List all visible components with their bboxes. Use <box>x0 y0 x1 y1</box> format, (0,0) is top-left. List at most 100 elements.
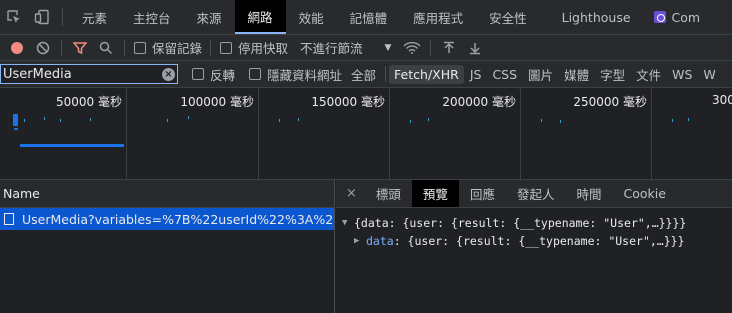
disable-cache-label: 停用快取 <box>238 41 289 56</box>
timeline-request-bar <box>14 128 18 130</box>
tab-initiator[interactable]: 發起人 <box>506 180 566 207</box>
timeline-tick <box>389 88 390 180</box>
tab-extension[interactable]: Com <box>644 0 714 34</box>
json-data-summary: : {user: {result: {__typename: "User",…}… <box>393 234 685 248</box>
tab-response[interactable]: 回應 <box>459 180 506 207</box>
timeline-tick <box>258 88 259 180</box>
tab-headers[interactable]: 標頭 <box>365 180 412 207</box>
timeline-tick <box>651 88 652 180</box>
tab-console[interactable]: 主控台 <box>120 0 184 34</box>
timeline-tick-label: 150000 毫秒 <box>311 95 385 109</box>
json-root-summary: {data: {user: {result: {__typename: "Use… <box>354 216 687 230</box>
tab-sources[interactable]: 來源 <box>184 0 235 34</box>
filter-type-font[interactable]: 字型 <box>595 63 630 86</box>
timeline-tick-label: 100000 毫秒 <box>180 95 254 109</box>
filter-type-wasm[interactable]: W <box>698 65 720 84</box>
timeline-dot <box>167 119 168 122</box>
filter-bar: UserMedia × 反轉 隱藏資料網址 全部 Fetch/XHR JS CS… <box>0 61 732 88</box>
timeline-dot <box>672 119 673 122</box>
json-data-node[interactable]: ▶ data : {user: {result: {__typename: "U… <box>342 232 732 250</box>
import-har-icon[interactable] <box>436 35 462 61</box>
timeline-request-bar <box>20 144 124 147</box>
document-icon <box>4 213 14 225</box>
throttling-select[interactable]: 不進行節流 <box>300 38 363 57</box>
clear-button[interactable] <box>30 35 56 61</box>
divider <box>124 39 125 56</box>
filter-icon[interactable] <box>67 35 93 61</box>
filter-type-doc[interactable]: 文件 <box>631 63 666 86</box>
json-key: data <box>366 234 394 248</box>
json-preview: ▼ {data: {user: {result: {__typename: "U… <box>336 208 732 250</box>
filter-type-all[interactable]: 全部 <box>346 63 381 86</box>
timeline-dot <box>279 119 280 122</box>
divider <box>61 39 62 56</box>
divider <box>430 39 432 56</box>
filter-type-ws[interactable]: WS <box>667 65 697 84</box>
timeline-dot <box>60 119 61 122</box>
detail-tabs: × 標頭 預覽 回應 發起人 時間 Cookie <box>336 180 732 208</box>
hide-data-urls-label: 隱藏資料網址 <box>267 67 343 83</box>
timeline-tick-label: 50000 毫秒 <box>56 95 122 109</box>
timeline-tick-label: 250000 毫秒 <box>573 95 647 109</box>
tab-cookies[interactable]: Cookie <box>612 180 676 207</box>
preserve-log-label: 保留記錄 <box>152 41 203 56</box>
clear-filter-icon[interactable]: × <box>162 68 175 81</box>
expand-triangle-icon[interactable]: ▶ <box>354 236 366 246</box>
filter-type-media[interactable]: 媒體 <box>559 63 594 86</box>
close-detail-button[interactable]: × <box>336 180 365 207</box>
tab-timing[interactable]: 時間 <box>565 180 612 207</box>
chevron-down-icon[interactable]: ▼ <box>385 43 392 53</box>
timeline-dot <box>560 120 561 123</box>
timeline-dot <box>410 120 411 123</box>
invert-checkbox[interactable] <box>192 68 204 80</box>
request-name: UserMedia?variables=%7B%22userId%22%3A%2… <box>22 211 334 227</box>
tab-security[interactable]: 安全性 <box>476 0 540 34</box>
filter-type-fetch-xhr[interactable]: Fetch/XHR <box>389 64 464 84</box>
collapse-triangle-icon[interactable]: ▼ <box>342 218 354 228</box>
tab-preview[interactable]: 預覽 <box>411 180 459 207</box>
filter-input-value: UserMedia <box>3 66 72 82</box>
tab-network[interactable]: 網路 <box>234 0 286 34</box>
tab-performance[interactable]: 效能 <box>286 0 337 34</box>
invert-label: 反轉 <box>210 67 236 83</box>
hide-data-urls-checkbox[interactable] <box>249 68 262 80</box>
filter-type-js[interactable]: JS <box>465 65 487 84</box>
device-toolbar-icon[interactable] <box>28 0 56 34</box>
json-root-node[interactable]: ▼ {data: {user: {result: {__typename: "U… <box>342 214 732 232</box>
divider <box>62 8 63 26</box>
tab-memory[interactable]: 記憶體 <box>337 0 401 34</box>
extension-icon <box>653 11 666 23</box>
preserve-log-checkbox[interactable] <box>134 41 146 54</box>
timeline-tick-label: 200000 毫秒 <box>442 95 516 109</box>
timeline-dot <box>90 118 91 121</box>
timeline-tick-label: 300 <box>712 93 732 107</box>
filter-type-css[interactable]: CSS <box>487 65 522 84</box>
timeline-request-bar <box>13 114 18 126</box>
timeline-dot <box>44 117 45 120</box>
timeline-dot <box>24 119 25 122</box>
request-list-panel: Name UserMedia?variables=%7B%22userId%22… <box>0 180 335 313</box>
export-har-icon[interactable] <box>462 35 488 61</box>
timeline-dot <box>428 118 429 121</box>
timeline-dot <box>298 118 299 121</box>
request-detail-panel: × 標頭 預覽 回應 發起人 時間 Cookie ▼ {data: {user:… <box>336 180 732 313</box>
timeline-dot <box>188 116 189 119</box>
search-icon[interactable] <box>93 35 119 61</box>
network-overview[interactable]: 50000 毫秒 100000 毫秒 150000 毫秒 200000 毫秒 2… <box>0 88 732 180</box>
request-row[interactable]: UserMedia?variables=%7B%22userId%22%3A%2… <box>0 208 334 230</box>
tab-application[interactable]: 應用程式 <box>400 0 476 34</box>
devtools-tabbar: 元素 主控台 來源 網路 效能 記憶體 應用程式 安全性 Lighthouse … <box>0 0 732 35</box>
tab-lighthouse[interactable]: Lighthouse <box>540 0 644 34</box>
inspect-element-icon[interactable] <box>0 0 28 34</box>
timeline-dot <box>688 118 689 121</box>
filter-input[interactable]: UserMedia × <box>0 64 178 84</box>
filter-type-img[interactable]: 圖片 <box>523 63 558 86</box>
timeline-tick <box>520 88 521 180</box>
network-toolbar: 保留記錄 停用快取 不進行節流 ▼ <box>0 35 732 61</box>
timeline-tick <box>126 88 127 180</box>
disable-cache-checkbox[interactable] <box>220 41 233 54</box>
tab-elements[interactable]: 元素 <box>69 0 120 34</box>
name-column-header[interactable]: Name <box>0 180 334 208</box>
record-button[interactable] <box>4 35 30 61</box>
network-conditions-icon[interactable] <box>399 35 425 61</box>
